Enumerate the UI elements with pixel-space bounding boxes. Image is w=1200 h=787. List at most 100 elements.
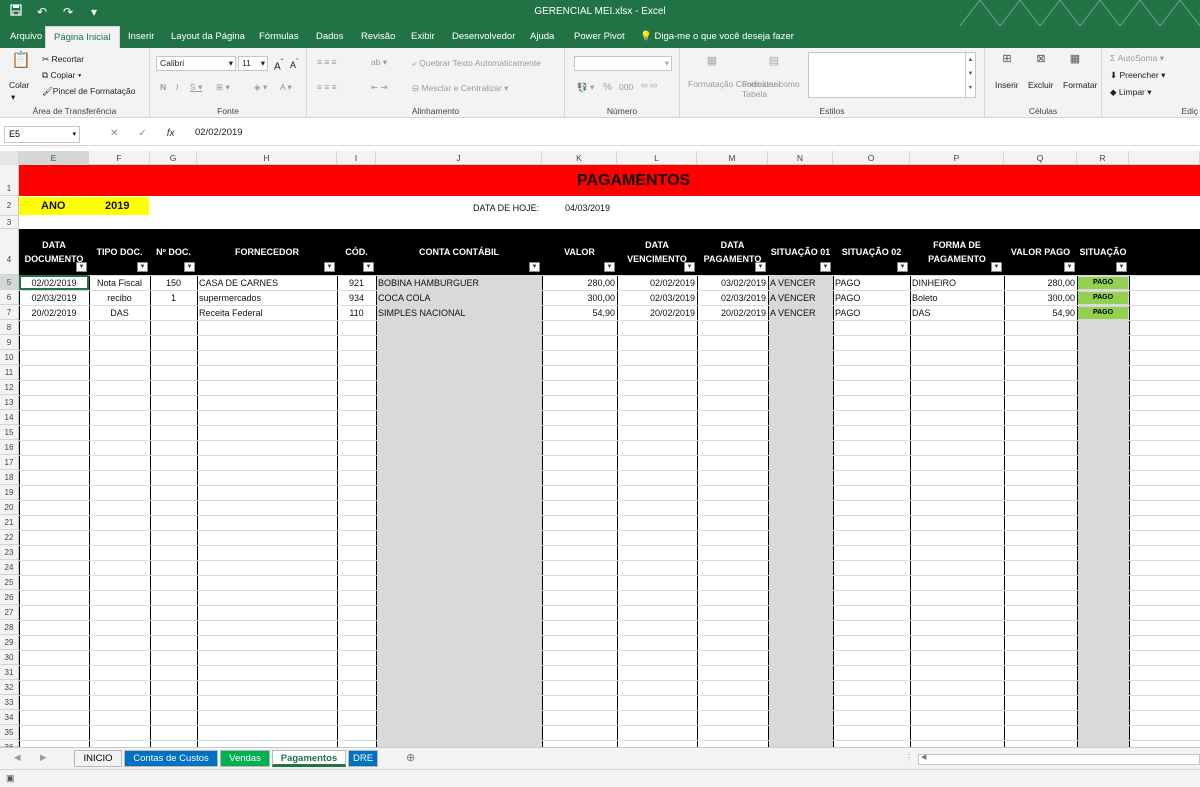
column-header-K[interactable]: K [542, 151, 617, 165]
column-header-H[interactable]: H [197, 151, 337, 165]
column-header-E[interactable]: E [19, 151, 89, 165]
number-format-select[interactable]: ▾ [574, 56, 672, 71]
row-header[interactable]: 15 [0, 425, 19, 440]
tab-power-pivot[interactable]: Power Pivot [566, 26, 633, 48]
column-header-F[interactable]: F [89, 151, 150, 165]
italic-icon[interactable]: I [176, 82, 178, 92]
clear-button[interactable]: ◆ Limpar ▾ [1110, 87, 1152, 98]
table-cell[interactable]: 921 [337, 276, 376, 290]
row-header[interactable]: 26 [0, 590, 19, 605]
table-cell[interactable]: PAGO [833, 291, 910, 305]
row-header[interactable]: 18 [0, 470, 19, 485]
row-header[interactable]: 14 [0, 410, 19, 425]
row-header[interactable]: 4 [0, 229, 19, 275]
tell-me-box[interactable]: 💡 Diga-me o que você deseja fazer [640, 26, 794, 48]
tab-desenvolvedor[interactable]: Desenvolvedor [444, 26, 523, 48]
row-header[interactable]: 19 [0, 485, 19, 500]
filter-dropdown-icon[interactable]: ▼ [684, 262, 695, 272]
borders-icon[interactable]: ⊞ ▾ [216, 82, 230, 93]
underline-icon[interactable]: S ▾ [190, 82, 202, 93]
filter-dropdown-icon[interactable]: ▼ [820, 262, 831, 272]
cancel-icon[interactable]: ✕ [110, 128, 118, 139]
table-cell[interactable]: 934 [337, 291, 376, 305]
filter-dropdown-icon[interactable]: ▼ [991, 262, 1002, 272]
tab-ajuda[interactable]: Ajuda [522, 26, 562, 48]
table-cell[interactable]: 300,00 [542, 291, 617, 305]
filter-dropdown-icon[interactable]: ▼ [137, 262, 148, 272]
row-header[interactable]: 13 [0, 395, 19, 410]
row-header[interactable]: 20 [0, 500, 19, 515]
align-left-icon[interactable]: ≡ ≡ ≡ [317, 82, 337, 92]
row-header[interactable]: 6 [0, 290, 19, 305]
row-header[interactable]: 12 [0, 380, 19, 395]
tab-split-handle[interactable]: ⋮ [905, 752, 914, 763]
table-cell[interactable]: 280,00 [542, 276, 617, 290]
column-header-P[interactable]: P [910, 151, 1004, 165]
table-cell[interactable]: 02/02/2019 [617, 276, 697, 290]
prev-sheet-icon[interactable]: ◀ [14, 752, 21, 763]
enter-icon[interactable]: ✓ [138, 128, 146, 139]
row-header[interactable]: 2 [0, 196, 19, 216]
tab-pagina-inicial[interactable]: Página Inicial [45, 26, 120, 48]
row-header[interactable]: 16 [0, 440, 19, 455]
next-sheet-icon[interactable]: ▶ [40, 752, 47, 763]
format-as-table-button[interactable]: Formatar como Tabela [742, 79, 806, 99]
row-header[interactable]: 8 [0, 320, 19, 335]
table-cell[interactable]: 20/02/2019 [19, 306, 89, 320]
macro-record-icon[interactable]: ▣ [6, 773, 15, 784]
row-header[interactable]: 9 [0, 335, 19, 350]
row-header[interactable]: 10 [0, 350, 19, 365]
table-cell[interactable]: 1 [150, 291, 197, 305]
table-cell[interactable]: DINHEIRO [910, 276, 1004, 290]
thousands-icon[interactable]: 000 [619, 82, 633, 92]
autosum-button[interactable]: Σ AutoSoma ▾ [1110, 53, 1164, 64]
worksheet-grid[interactable]: PAGAMENTOS ANO 2019 DATA DE HOJE: 04/03/… [19, 165, 1200, 747]
sheet-tab-contas-de-custos[interactable]: Contas de Custos [124, 750, 218, 767]
name-box[interactable]: E5 ▾ [4, 126, 80, 143]
wrap-text-button[interactable]: ⤶ Quebrar Texto Automaticamente [412, 58, 541, 69]
table-cell[interactable]: 02/03/2019 [697, 291, 768, 305]
today-value[interactable]: 04/03/2019 [563, 201, 612, 215]
row-header[interactable]: 33 [0, 695, 19, 710]
insert-cells-button[interactable]: Inserir [995, 80, 1019, 90]
status-badge[interactable]: PAGO [1078, 307, 1128, 319]
tab-exibir[interactable]: Exibir [403, 26, 443, 48]
row-header[interactable]: 36 [0, 740, 19, 752]
table-cell[interactable]: 02/03/2019 [617, 291, 697, 305]
column-header-I[interactable]: I [337, 151, 376, 165]
tab-layout[interactable]: Layout da Página [163, 26, 253, 48]
year-value[interactable]: 2019 [103, 199, 131, 213]
indent-icon[interactable]: ⇤ ⇥ [371, 82, 388, 93]
filter-dropdown-icon[interactable]: ▼ [184, 262, 195, 272]
cut-button[interactable]: ✂ Recortar [42, 54, 84, 65]
table-cell[interactable]: supermercados [197, 291, 337, 305]
table-cell[interactable]: A VENCER [768, 276, 833, 290]
row-header[interactable]: 29 [0, 635, 19, 650]
table-cell[interactable]: recibo [89, 291, 150, 305]
table-cell[interactable]: 150 [150, 276, 197, 290]
paste-button[interactable]: Colar [9, 80, 29, 90]
column-header-L[interactable]: L [617, 151, 697, 165]
table-cell[interactable]: SIMPLES NACIONAL [376, 306, 542, 320]
font-name-select[interactable]: Calibri ▾ [156, 56, 236, 71]
table-cell[interactable]: 20/02/2019 [617, 306, 697, 320]
table-cell[interactable]: A VENCER [768, 306, 833, 320]
row-header[interactable]: 21 [0, 515, 19, 530]
row-header[interactable]: 24 [0, 560, 19, 575]
formula-input[interactable]: 02/02/2019 [195, 127, 243, 138]
table-cell[interactable]: 54,90 [542, 306, 617, 320]
row-header[interactable]: 31 [0, 665, 19, 680]
column-header-N[interactable]: N [768, 151, 833, 165]
sheet-tab-dre[interactable]: DRE [348, 750, 378, 767]
column-header-O[interactable]: O [833, 151, 910, 165]
select-all-corner[interactable] [0, 151, 19, 165]
format-cells-button[interactable]: Formatar [1063, 80, 1097, 90]
filter-dropdown-icon[interactable]: ▼ [897, 262, 908, 272]
row-header[interactable]: 1 [0, 165, 19, 196]
table-cell[interactable]: DAS [910, 306, 1004, 320]
table-cell[interactable]: PAGO [833, 306, 910, 320]
sheet-tab-inicio[interactable]: INICIO [74, 750, 122, 767]
table-cell[interactable]: 02/03/2019 [19, 291, 89, 305]
sheet-tab-vendas[interactable]: Vendas [220, 750, 270, 767]
tab-formulas[interactable]: Fórmulas [251, 26, 307, 48]
